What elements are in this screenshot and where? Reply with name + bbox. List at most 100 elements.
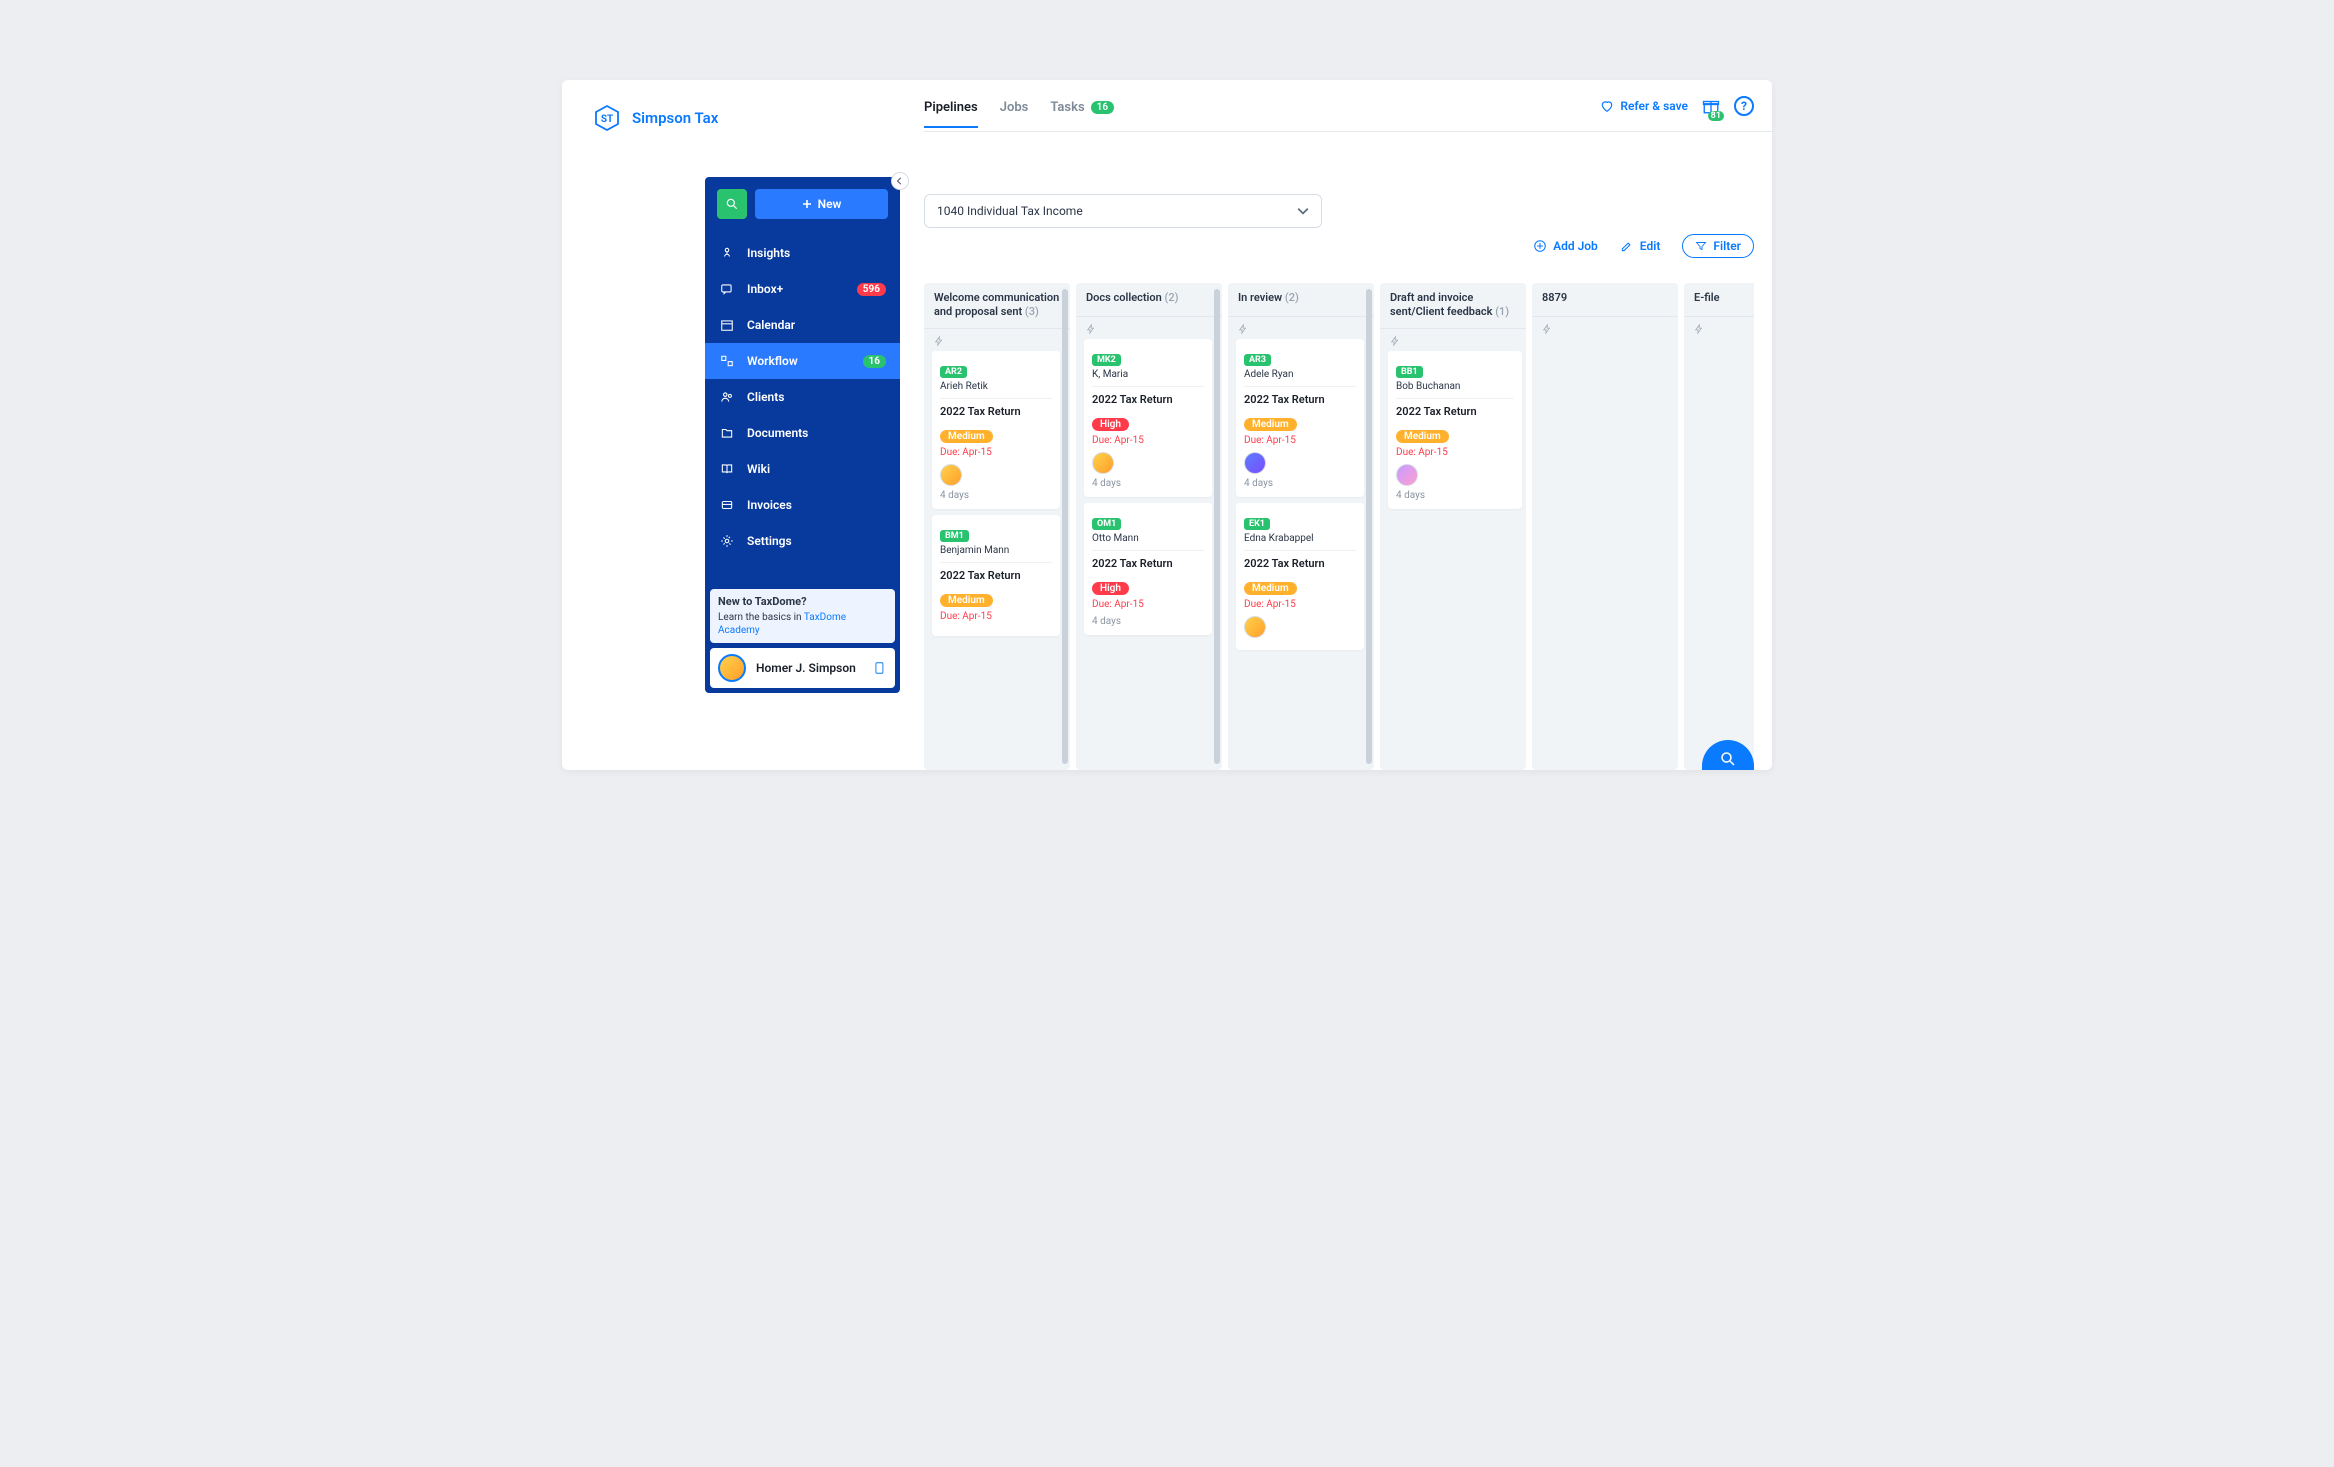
due-date: Due: Apr-15 (940, 611, 1052, 622)
job-card[interactable]: EK1Edna Krabappel2022 Tax ReturnMediumDu… (1236, 503, 1364, 650)
column: Welcome communication and proposal sent … (924, 283, 1070, 770)
sidebar-item-settings[interactable]: Settings (705, 523, 900, 559)
user-menu[interactable]: Homer J. Simpson (710, 648, 895, 688)
client-name: Edna Krabappel (1244, 533, 1356, 551)
job-name: 2022 Tax Return (1092, 557, 1204, 570)
add-job-button[interactable]: Add Job (1533, 239, 1598, 253)
edit-icon (1620, 239, 1634, 253)
gift-button[interactable]: 81 (1702, 97, 1720, 115)
filter-button[interactable]: Filter (1682, 234, 1754, 258)
tab-tasks[interactable]: Tasks 16 (1050, 100, 1114, 127)
days-in-stage: 4 days (1244, 478, 1356, 489)
priority-badge: Medium (940, 594, 993, 607)
column: Docs collection (2) MK2K, Maria2022 Tax R… (1076, 283, 1222, 770)
svg-text:ST: ST (601, 114, 613, 125)
app-window: ST Simpson Tax Pipelines Jobs Tasks 16 R… (562, 80, 1772, 770)
badge-icon (873, 661, 887, 675)
brand-logo-icon: ST (592, 103, 622, 133)
top-actions: Refer & save 81 ? (1600, 96, 1754, 116)
plus-icon (802, 199, 812, 209)
sidebar-item-workflow[interactable]: Workflow16 (705, 343, 900, 379)
search-button[interactable] (717, 189, 747, 219)
column-count: (2) (1165, 291, 1179, 304)
workflow-icon (719, 354, 735, 368)
assignee-avatar (1396, 464, 1418, 486)
refer-and-save-link[interactable]: Refer & save (1600, 99, 1688, 113)
sidebar-item-calendar[interactable]: Calendar (705, 307, 900, 343)
insights-icon (719, 246, 735, 260)
column-header: E-file (1684, 283, 1754, 317)
academy-title: New to TaxDome? (718, 595, 887, 609)
priority-badge: Medium (1244, 418, 1297, 431)
filter-icon (1695, 240, 1707, 252)
filter-label: Filter (1713, 239, 1741, 253)
sidebar-item-label: Settings (747, 534, 792, 548)
edit-button[interactable]: Edit (1620, 239, 1661, 253)
column-automation[interactable] (1380, 329, 1526, 351)
job-name: 2022 Tax Return (1244, 557, 1356, 570)
client-chip: EK1 (1244, 518, 1270, 530)
client-name: K, Maria (1092, 369, 1204, 387)
automation-icon (1390, 335, 1400, 347)
board-actions: Add Job Edit Filter (1533, 234, 1754, 258)
column-header: Draft and invoice sent/Client feedback (… (1380, 283, 1526, 329)
column-title: Docs collection (1086, 291, 1162, 304)
sidebar-item-inbox-[interactable]: Inbox+596 (705, 271, 900, 307)
job-name: 2022 Tax Return (1396, 405, 1514, 418)
priority-badge: Medium (1244, 582, 1297, 595)
priority-badge: Medium (1396, 430, 1449, 443)
priority-badge: Medium (940, 430, 993, 443)
due-date: Due: Apr-15 (1092, 435, 1204, 446)
sidebar-item-documents[interactable]: Documents (705, 415, 900, 451)
sidebar: New Insights Inbox+596 Calendar Workflow16 C… (705, 177, 900, 693)
column-count: (3) (1025, 305, 1039, 318)
tab-pipelines[interactable]: Pipelines (924, 100, 978, 127)
job-card[interactable]: AR3Adele Ryan2022 Tax ReturnMediumDue: A… (1236, 339, 1364, 497)
column-automation[interactable] (1076, 317, 1222, 339)
academy-banner[interactable]: New to TaxDome? Learn the basics in TaxD… (710, 589, 895, 643)
sidebar-nav: Insights Inbox+596 Calendar Workflow16 Clien… (705, 231, 900, 559)
gift-badge: 81 (1708, 111, 1724, 121)
column-automation[interactable] (924, 329, 1070, 351)
sidebar-badge: 16 (863, 355, 886, 368)
client-name: Benjamin Mann (940, 545, 1052, 563)
job-card[interactable]: MK2K, Maria2022 Tax ReturnHighDue: Apr-1… (1084, 339, 1212, 497)
column-header: 8879 (1532, 283, 1678, 317)
column-header: In review (2) (1228, 283, 1374, 317)
column-automation[interactable] (1228, 317, 1374, 339)
new-button[interactable]: New (755, 189, 888, 219)
column: Draft and invoice sent/Client feedback (… (1380, 283, 1526, 770)
job-name: 2022 Tax Return (940, 405, 1052, 418)
job-card[interactable]: AR2Arieh Retik2022 Tax ReturnMediumDue: … (932, 351, 1060, 509)
sidebar-item-insights[interactable]: Insights (705, 235, 900, 271)
column-automation[interactable] (1684, 317, 1754, 339)
days-in-stage: 4 days (1396, 490, 1514, 501)
settings-icon (719, 534, 735, 548)
sidebar-item-clients[interactable]: Clients (705, 379, 900, 415)
column-body: BB1Bob Buchanan2022 Tax ReturnMediumDue:… (1380, 351, 1526, 770)
column-header: Docs collection (2) (1076, 283, 1222, 317)
job-name: 2022 Tax Return (1244, 393, 1356, 406)
sidebar-item-wiki[interactable]: Wiki (705, 451, 900, 487)
job-card[interactable]: OM1Otto Mann2022 Tax ReturnHighDue: Apr-… (1084, 503, 1212, 635)
chevron-left-icon (896, 177, 904, 185)
column-body: AR3Adele Ryan2022 Tax ReturnMediumDue: A… (1228, 339, 1374, 770)
sidebar-item-invoices[interactable]: Invoices (705, 487, 900, 523)
column-automation[interactable] (1532, 317, 1678, 339)
column-count: (1) (1495, 305, 1509, 318)
sidebar-badge: 596 (857, 283, 886, 296)
assignee-avatar (1092, 452, 1114, 474)
sidebar-collapse-button[interactable] (891, 172, 909, 190)
pipeline-select[interactable]: 1040 Individual Tax Income (924, 194, 1322, 228)
job-name: 2022 Tax Return (940, 569, 1052, 582)
sidebar-item-label: Insights (747, 246, 790, 260)
sidebar-item-label: Clients (747, 390, 784, 404)
job-card[interactable]: BB1Bob Buchanan2022 Tax ReturnMediumDue:… (1388, 351, 1522, 509)
job-card[interactable]: BM1Benjamin Mann2022 Tax ReturnMediumDue… (932, 515, 1060, 636)
column: 8879 (1532, 283, 1678, 770)
help-button[interactable]: ? (1734, 96, 1754, 116)
sidebar-item-label: Calendar (747, 318, 795, 332)
tab-jobs[interactable]: Jobs (1000, 100, 1029, 127)
sidebar-item-label: Documents (747, 426, 808, 440)
client-name: Otto Mann (1092, 533, 1204, 551)
